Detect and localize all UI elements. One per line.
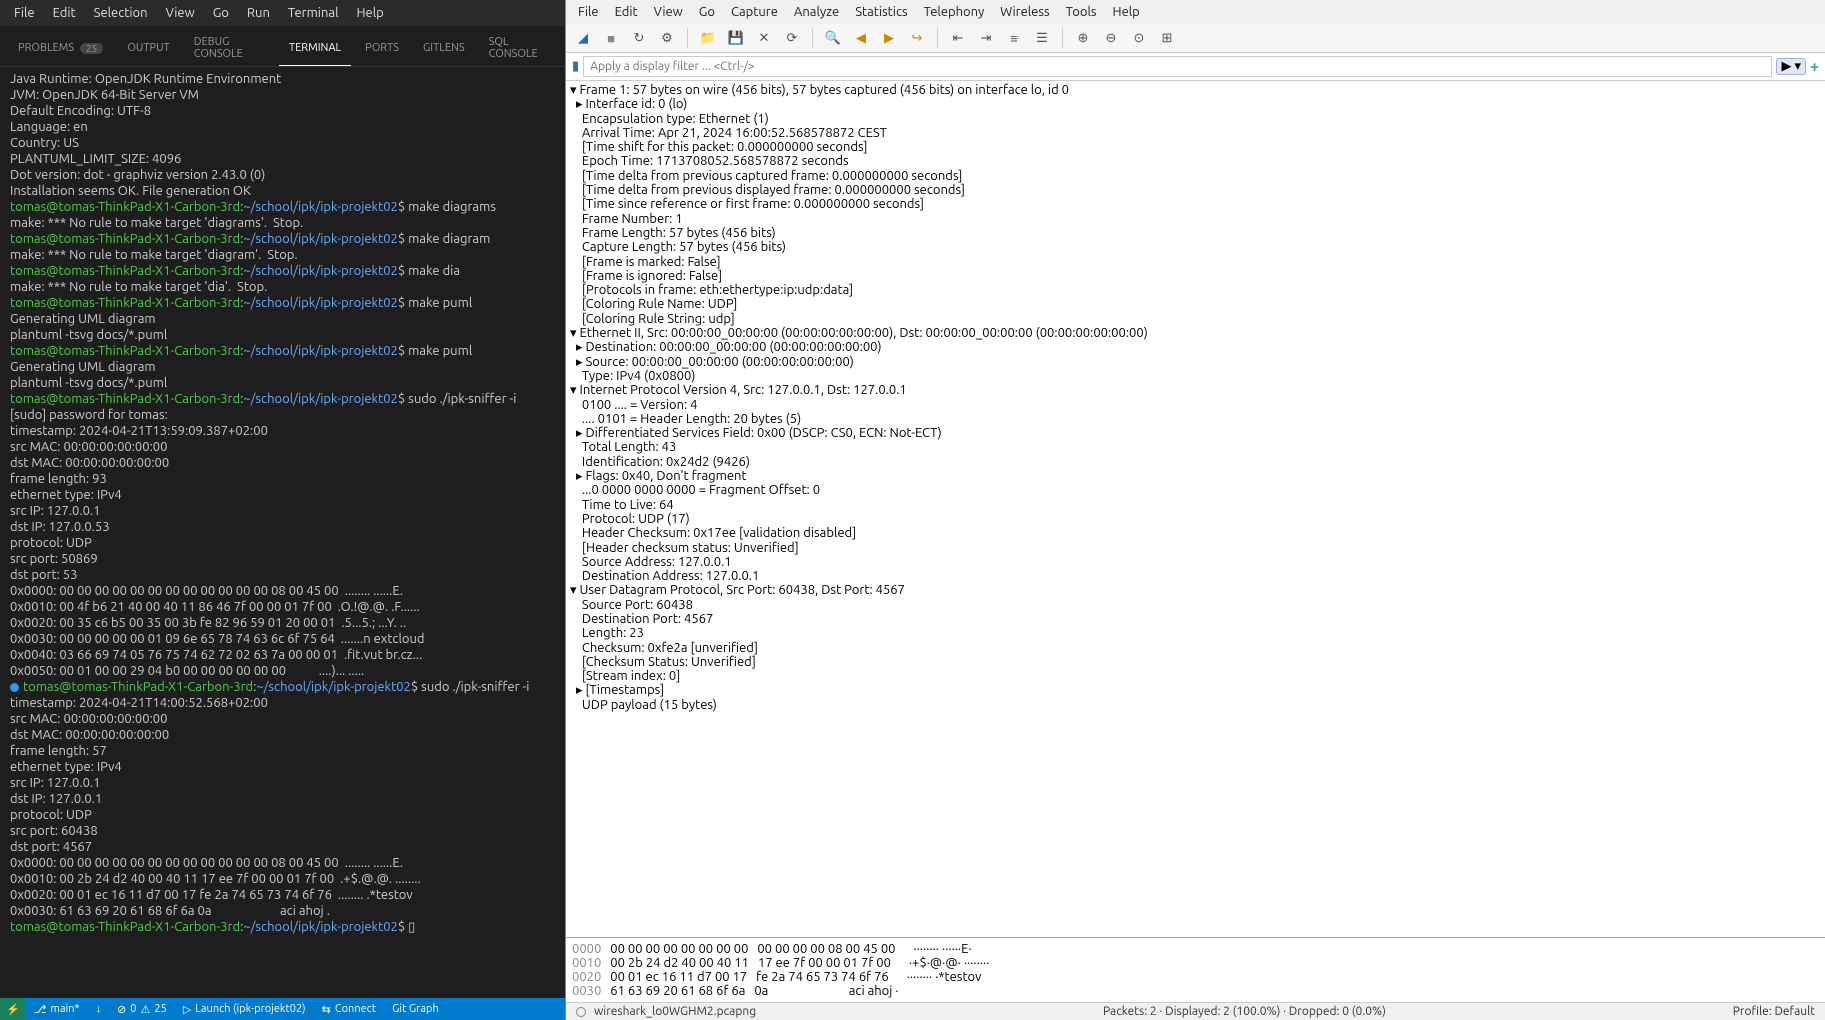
wmenu-capture[interactable]: Capture	[723, 2, 786, 22]
wmenu-telephony[interactable]: Telephony	[916, 2, 993, 22]
expert-info-icon[interactable]	[576, 1007, 586, 1017]
add-filter-icon[interactable]: +	[1810, 58, 1819, 76]
wmenu-go[interactable]: Go	[691, 2, 723, 22]
filter-apply-icon[interactable]: ▶ ▾	[1776, 58, 1806, 75]
go-first-icon[interactable]: ⇤	[947, 27, 969, 49]
panel-tabs: PROBLEMS25OUTPUTDEBUG CONSOLETERMINALPOR…	[0, 26, 565, 67]
tab-problems[interactable]: PROBLEMS25	[8, 30, 113, 66]
status-file: wireshark_lo0WGHM2.pcapng	[594, 1005, 756, 1018]
tab-sql-console[interactable]: SQL CONSOLE	[479, 30, 557, 66]
tab-terminal[interactable]: TERMINAL	[279, 30, 351, 66]
shark-fin-icon[interactable]: ◢	[572, 27, 594, 49]
terminal-output[interactable]: Java Runtime: OpenJDK Runtime Environmen…	[0, 67, 565, 998]
save-file-icon[interactable]: 💾	[725, 27, 747, 49]
options-icon[interactable]: ⚙	[656, 27, 678, 49]
display-filter-bar: ▮ ▶ ▾ +	[566, 53, 1825, 81]
zoom-reset-icon[interactable]: ⊙	[1128, 27, 1150, 49]
wmenu-view[interactable]: View	[646, 2, 691, 22]
stop-capture-icon[interactable]: ■	[600, 27, 622, 49]
colorize-icon[interactable]: ☰	[1031, 27, 1053, 49]
find-icon[interactable]: 🔍	[822, 27, 844, 49]
packet-hex-view[interactable]: 0000 00 00 00 00 00 00 00 00 00 00 00 00…	[566, 937, 1825, 1002]
vscode-window: FileEditSelectionViewGoRunTerminalHelp P…	[0, 0, 565, 1020]
menu-go[interactable]: Go	[205, 3, 237, 23]
menu-terminal[interactable]: Terminal	[280, 3, 347, 23]
status-packets: Packets: 2 · Displayed: 2 (100.0%) · Dro…	[1103, 1005, 1386, 1018]
go-last-icon[interactable]: ⇥	[975, 27, 997, 49]
next-packet-icon[interactable]: ▶	[878, 27, 900, 49]
auto-scroll-icon[interactable]: ≡	[1003, 27, 1025, 49]
restart-capture-icon[interactable]: ↻	[628, 27, 650, 49]
wmenu-help[interactable]: Help	[1105, 2, 1148, 22]
wmenu-file[interactable]: File	[570, 2, 607, 22]
menu-view[interactable]: View	[158, 3, 203, 23]
menu-run[interactable]: Run	[239, 3, 278, 23]
debug-launch[interactable]: ▷ Launch (ipk-projekt02)	[175, 1003, 314, 1016]
wmenu-wireless[interactable]: Wireless	[992, 2, 1057, 22]
prev-packet-icon[interactable]: ◀	[850, 27, 872, 49]
wmenu-statistics[interactable]: Statistics	[847, 2, 915, 22]
tab-ports[interactable]: PORTS	[355, 30, 409, 66]
close-file-icon[interactable]: ✕	[753, 27, 775, 49]
vscode-menubar: FileEditSelectionViewGoRunTerminalHelp	[0, 0, 565, 26]
menu-help[interactable]: Help	[348, 3, 391, 23]
resize-cols-icon[interactable]: ⊞	[1156, 27, 1178, 49]
git-graph[interactable]: Git Graph	[384, 1003, 447, 1015]
tab-output[interactable]: OUTPUT	[117, 30, 179, 66]
wmenu-analyze[interactable]: Analyze	[786, 2, 847, 22]
wireshark-statusbar: wireshark_lo0WGHM2.pcapng Packets: 2 · D…	[566, 1002, 1825, 1020]
status-profile[interactable]: Profile: Default	[1733, 1005, 1815, 1018]
vscode-statusbar: ⚡ ⎇ main* ↓ ⊘ 0 ⚠ 25 ▷ Launch (ipk-proje…	[0, 998, 565, 1020]
open-file-icon[interactable]: 📁	[697, 27, 719, 49]
zoom-out-icon[interactable]: ⊖	[1100, 27, 1122, 49]
git-sync[interactable]: ↓	[88, 1003, 110, 1015]
git-branch[interactable]: ⎇ main*	[26, 1003, 88, 1016]
problems-count[interactable]: ⊘ 0 ⚠ 25	[109, 1003, 175, 1016]
bookmark-icon[interactable]: ▮	[572, 59, 579, 74]
wireshark-window: FileEditViewGoCaptureAnalyzeStatisticsTe…	[565, 0, 1825, 1020]
wireshark-toolbar: ◢ ■ ↻ ⚙ 📁 💾 ✕ ⟳ 🔍 ◀ ▶ ↪ ⇤ ⇥ ≡ ☰ ⊕ ⊖ ⊙ ⊞	[566, 24, 1825, 53]
wireshark-menubar: FileEditViewGoCaptureAnalyzeStatisticsTe…	[566, 0, 1825, 24]
menu-selection[interactable]: Selection	[86, 3, 156, 23]
tab-gitlens[interactable]: GITLENS	[413, 30, 475, 66]
wmenu-tools[interactable]: Tools	[1058, 2, 1105, 22]
connect-button[interactable]: ⇆ Connect	[314, 1003, 384, 1016]
wmenu-edit[interactable]: Edit	[607, 2, 646, 22]
jump-icon[interactable]: ↪	[906, 27, 928, 49]
zoom-in-icon[interactable]: ⊕	[1072, 27, 1094, 49]
menu-file[interactable]: File	[6, 3, 43, 23]
reload-icon[interactable]: ⟳	[781, 27, 803, 49]
display-filter-input[interactable]	[583, 56, 1772, 77]
menu-edit[interactable]: Edit	[45, 3, 84, 23]
packet-details-tree[interactable]: ▾ Frame 1: 57 bytes on wire (456 bits), …	[566, 81, 1825, 937]
remote-indicator[interactable]: ⚡	[0, 998, 26, 1020]
tab-debug-console[interactable]: DEBUG CONSOLE	[184, 30, 275, 66]
